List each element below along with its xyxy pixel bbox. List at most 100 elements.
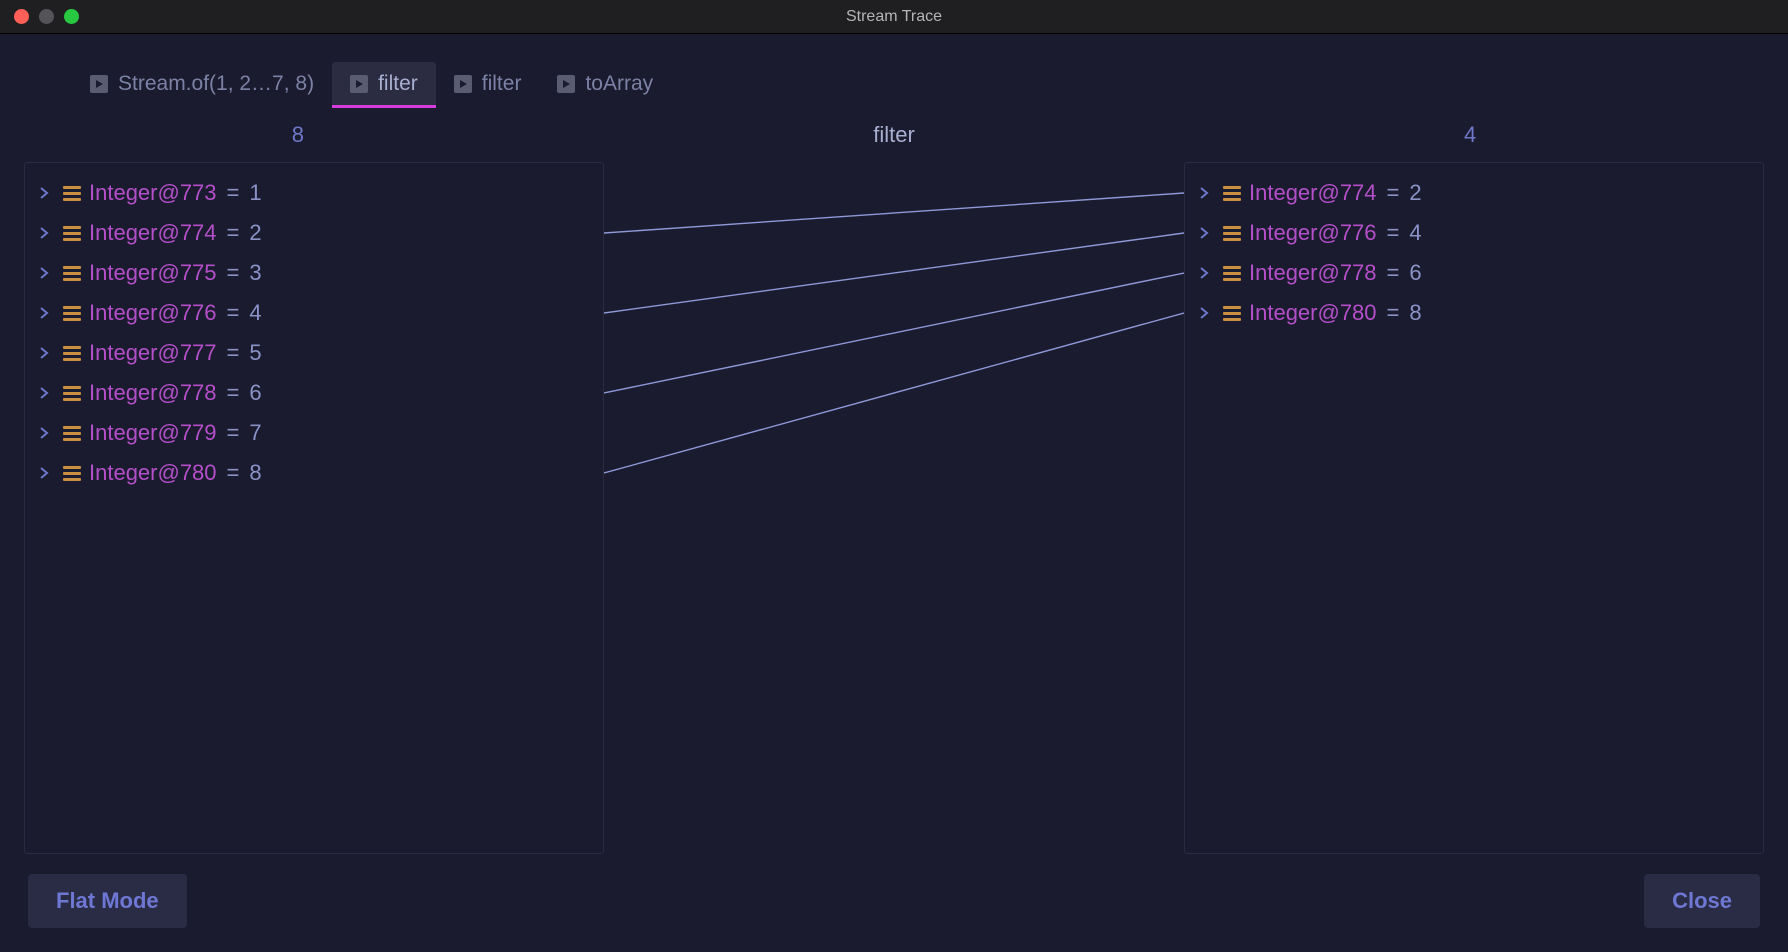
input-count: 8 [24,122,604,148]
object-name: Integer@778 [1249,260,1377,286]
equals-sign: = [225,340,242,366]
output-item[interactable]: Integer@780 = 8 [1185,293,1763,333]
tab-label: filter [482,72,522,96]
chevron-right-icon [39,346,55,360]
object-name: Integer@780 [1249,300,1377,326]
object-name: Integer@776 [89,300,217,326]
object-icon [63,426,81,441]
input-item[interactable]: Integer@780 = 8 [25,453,603,493]
dialog-footer: Flat Mode Close [0,854,1788,952]
chevron-right-icon [1199,266,1215,280]
input-item[interactable]: Integer@774=2 [25,213,603,253]
close-window-icon[interactable] [14,9,29,24]
trace-body: 8 filter 4 Integer@773=1Integer@774=2Int… [0,106,1788,854]
output-panel: Integer@774=2Integer@776=4Integer@778=6I… [1184,162,1764,854]
tab-3[interactable]: toArray [539,62,671,106]
input-item[interactable]: Integer@779 = 7 [25,413,603,453]
object-name: Integer@774 [89,220,217,246]
input-item[interactable]: Integer@776 = 4 [25,293,603,333]
equals-sign: = [225,460,242,486]
output-item[interactable]: Integer@778 = 6 [1185,253,1763,293]
equals-sign: = [1385,300,1402,326]
play-icon [454,75,472,93]
object-value: 6 [1409,260,1421,286]
output-count: 4 [1184,122,1764,148]
object-name: Integer@780 [89,460,217,486]
input-item[interactable]: Integer@773=1 [25,173,603,213]
object-icon [63,226,81,241]
tab-label: Stream.of(1, 2…7, 8) [118,72,314,96]
object-value: 4 [1409,220,1421,246]
trace-content: Integer@773=1Integer@774=2Integer@775=3I… [24,162,1764,854]
chevron-right-icon [1199,306,1215,320]
chevron-right-icon [39,266,55,280]
object-name: Integer@779 [89,420,217,446]
chevron-right-icon [39,386,55,400]
chevron-right-icon [39,226,55,240]
equals-sign: = [225,260,242,286]
column-headers: 8 filter 4 [24,122,1764,148]
object-value: 3 [249,260,261,286]
object-icon [1223,186,1241,201]
object-value: 2 [249,220,261,246]
object-icon [1223,306,1241,321]
equals-sign: = [1385,180,1402,206]
play-icon [90,75,108,93]
object-icon [1223,226,1241,241]
operation-name: filter [604,122,1184,148]
object-value: 7 [249,420,261,446]
equals-sign: = [1385,220,1402,246]
equals-sign: = [1385,260,1402,286]
pipeline-tabs: Stream.of(1, 2…7, 8) filter filter toArray [0,34,1788,106]
equals-sign: = [225,420,242,446]
equals-sign: = [225,380,242,406]
output-item[interactable]: Integer@776 = 4 [1185,213,1763,253]
chevron-right-icon [1199,226,1215,240]
chevron-right-icon [1199,186,1215,200]
object-icon [1223,266,1241,281]
object-value: 1 [249,180,261,206]
tab-label: toArray [585,72,653,96]
object-icon [63,306,81,321]
chevron-right-icon [39,306,55,320]
object-name: Integer@777 [89,340,217,366]
chevron-right-icon [39,426,55,440]
object-name: Integer@776 [1249,220,1377,246]
input-item[interactable]: Integer@778=6 [25,373,603,413]
title-bar: Stream Trace [0,0,1788,34]
object-icon [63,346,81,361]
input-item[interactable]: Integer@775=3 [25,253,603,293]
play-icon [557,75,575,93]
object-value: 5 [249,340,261,366]
zoom-window-icon[interactable] [64,9,79,24]
object-value: 2 [1409,180,1421,206]
connector-area [604,162,1184,854]
close-button[interactable]: Close [1644,874,1760,928]
chevron-right-icon [39,466,55,480]
input-panel: Integer@773=1Integer@774=2Integer@775=3I… [24,162,604,854]
object-name: Integer@774 [1249,180,1377,206]
tab-2[interactable]: filter [436,62,540,106]
chevron-right-icon [39,186,55,200]
tab-label: filter [378,72,418,96]
equals-sign: = [225,300,242,326]
input-item[interactable]: Integer@777 = 5 [25,333,603,373]
connector-lines [604,162,1184,854]
object-icon [63,186,81,201]
output-item[interactable]: Integer@774 = 2 [1185,173,1763,213]
window-title: Stream Trace [0,8,1788,26]
object-value: 8 [249,460,261,486]
object-value: 4 [249,300,261,326]
play-icon [350,75,368,93]
object-icon [63,266,81,281]
object-value: 8 [1409,300,1421,326]
traffic-lights [0,9,79,24]
object-icon [63,386,81,401]
tab-0[interactable]: Stream.of(1, 2…7, 8) [72,62,332,106]
equals-sign: = [225,180,242,206]
minimize-window-icon[interactable] [39,9,54,24]
object-value: 6 [249,380,261,406]
object-icon [63,466,81,481]
flat-mode-button[interactable]: Flat Mode [28,874,187,928]
tab-1[interactable]: filter [332,62,436,106]
